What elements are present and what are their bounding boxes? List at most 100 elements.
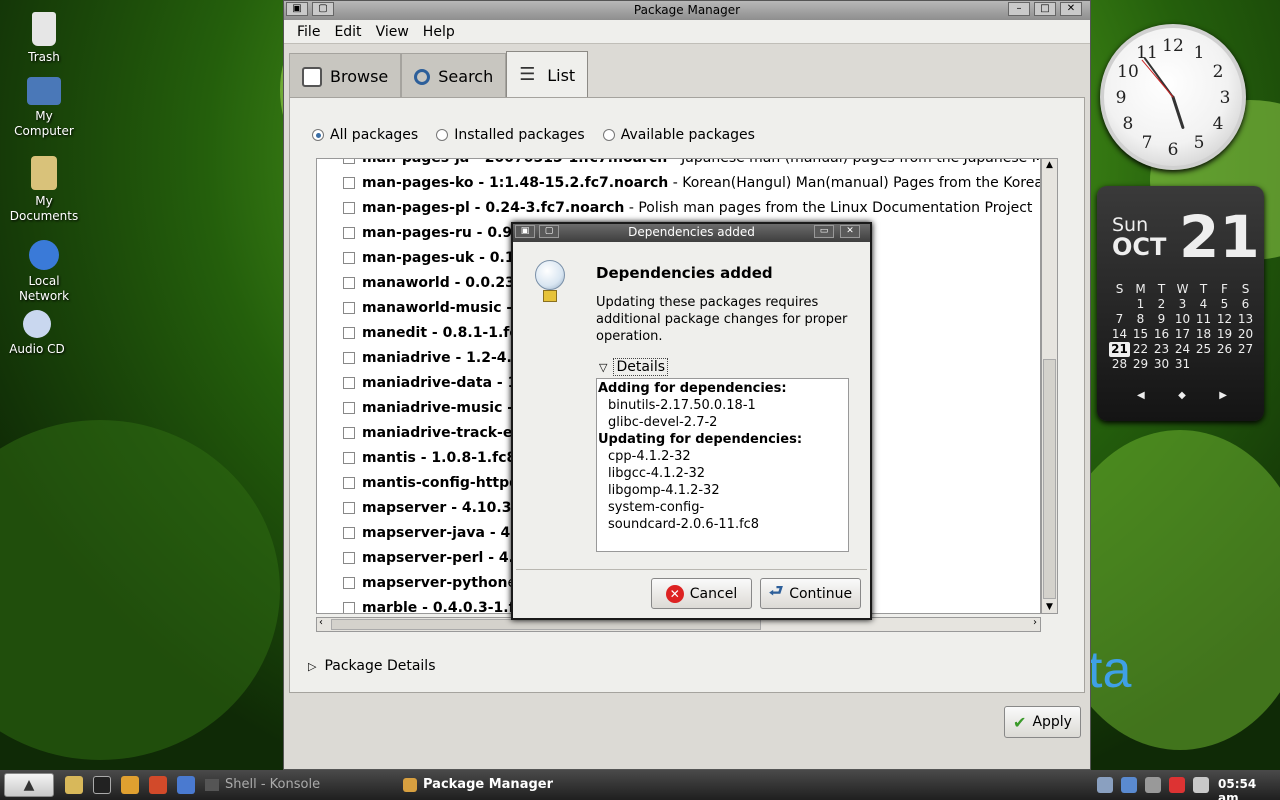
package-checkbox[interactable]: [343, 202, 355, 214]
calendar-day[interactable]: 16: [1151, 327, 1172, 342]
network-tray-icon[interactable]: [1121, 777, 1137, 793]
terminal-icon[interactable]: [93, 776, 111, 794]
radio-available-packages[interactable]: Available packages: [602, 127, 755, 143]
cancel-button[interactable]: ✕ Cancel: [651, 578, 752, 609]
dialog-menu-button[interactable]: ▣: [515, 225, 535, 238]
dialog-titlebar[interactable]: ▣ ▢ Dependencies added ▭ ✕: [513, 224, 870, 242]
package-checkbox[interactable]: [343, 502, 355, 514]
scrollbar-thumb[interactable]: [331, 619, 761, 630]
calendar-day[interactable]: 11: [1193, 312, 1214, 327]
calendar-day[interactable]: 10: [1172, 312, 1193, 327]
details-expander[interactable]: ▽ Details: [599, 358, 669, 376]
desktop-icon-trash[interactable]: Trash: [4, 12, 84, 65]
tab-browse[interactable]: Browse: [289, 53, 402, 99]
calendar-day[interactable]: 7: [1109, 312, 1130, 327]
dialog-maximize-button[interactable]: ▭: [814, 225, 834, 238]
calendar-day[interactable]: 14: [1109, 327, 1130, 342]
calendar-day[interactable]: 9: [1151, 312, 1172, 327]
calendar-day[interactable]: 29: [1130, 357, 1151, 372]
task-konsole[interactable]: Shell - Konsole: [205, 770, 320, 800]
desktop-icon-my-documents[interactable]: My Documents: [4, 156, 84, 224]
power-icon[interactable]: [1193, 777, 1209, 793]
dialog-sticky-button[interactable]: ▢: [539, 225, 559, 238]
calendar-day[interactable]: 30: [1151, 357, 1172, 372]
menu-help[interactable]: Help: [416, 24, 462, 40]
window-titlebar[interactable]: ▣ ▢ Package Manager – □ ✕: [284, 1, 1090, 20]
calendar-day[interactable]: 18: [1193, 327, 1214, 342]
calendar-day[interactable]: 5: [1214, 297, 1235, 312]
start-menu-button[interactable]: ▲: [4, 773, 54, 797]
calendar-day[interactable]: 17: [1172, 327, 1193, 342]
package-row[interactable]: man-pages-pl - 0.24-3.fc7.noarch - Polis…: [317, 196, 1040, 221]
package-checkbox[interactable]: [343, 277, 355, 289]
details-textview[interactable]: Adding for dependencies: binutils-2.17.5…: [596, 378, 849, 552]
package-checkbox[interactable]: [343, 377, 355, 389]
updates-icon[interactable]: [1145, 777, 1161, 793]
menu-file[interactable]: File: [290, 24, 327, 40]
desktop-icon-audio-cd[interactable]: Audio CD: [0, 310, 77, 357]
desktop-icon-my-computer[interactable]: My Computer: [4, 77, 84, 139]
prev-month-icon[interactable]: ◀: [1137, 390, 1145, 401]
desktop-icon-local-network[interactable]: Local Network: [4, 240, 84, 304]
package-checkbox[interactable]: [343, 527, 355, 539]
scrollbar-thumb[interactable]: [1043, 359, 1056, 599]
text-editor-icon[interactable]: [65, 776, 83, 794]
apply-button[interactable]: ✔ Apply: [1004, 706, 1081, 738]
package-checkbox[interactable]: [343, 452, 355, 464]
dialog-close-button[interactable]: ✕: [840, 225, 860, 238]
calendar-day[interactable]: 1: [1130, 297, 1151, 312]
calendar-day[interactable]: 22: [1130, 342, 1151, 357]
calendar-day[interactable]: 8: [1130, 312, 1151, 327]
calendar-day[interactable]: 13: [1235, 312, 1256, 327]
package-checkbox[interactable]: [343, 477, 355, 489]
calendar-day[interactable]: 3: [1172, 297, 1193, 312]
package-row[interactable]: man-pages-ja - 20070515-1.fc7.noarch - J…: [317, 159, 1040, 171]
calendar-day[interactable]: 4: [1193, 297, 1214, 312]
tab-list[interactable]: ☰ List: [506, 51, 589, 98]
package-row[interactable]: man-pages-ko - 1:1.48-15.2.fc7.noarch - …: [317, 171, 1040, 196]
package-checkbox[interactable]: [343, 177, 355, 189]
task-package-manager[interactable]: Package Manager: [403, 770, 553, 800]
package-checkbox[interactable]: [343, 302, 355, 314]
user-icon[interactable]: [1097, 777, 1113, 793]
calendar-day[interactable]: 20: [1235, 327, 1256, 342]
browser-icon[interactable]: [177, 776, 195, 794]
package-checkbox[interactable]: [343, 427, 355, 439]
calendar-day[interactable]: 27: [1235, 342, 1256, 357]
calendar-day[interactable]: 31: [1172, 357, 1193, 372]
minimize-button[interactable]: –: [1008, 2, 1030, 16]
calendar-day[interactable]: 15: [1130, 327, 1151, 342]
calendar-day[interactable]: 28: [1109, 357, 1130, 372]
vertical-scrollbar[interactable]: ▲ ▼: [1041, 158, 1058, 614]
continue-button[interactable]: ⮐ Continue: [760, 578, 861, 609]
close-button[interactable]: ✕: [1060, 2, 1082, 16]
package-checkbox[interactable]: [343, 402, 355, 414]
home-icon[interactable]: [149, 776, 167, 794]
calendar-day[interactable]: 24: [1172, 342, 1193, 357]
package-alert-icon[interactable]: [1169, 777, 1185, 793]
radio-all-packages[interactable]: All packages: [312, 127, 418, 143]
package-checkbox[interactable]: [343, 327, 355, 339]
package-checkbox[interactable]: [343, 227, 355, 239]
radio-installed-packages[interactable]: Installed packages: [436, 127, 585, 143]
next-month-icon[interactable]: ▶: [1219, 390, 1227, 401]
calendar-day[interactable]: 23: [1151, 342, 1172, 357]
package-checkbox[interactable]: [343, 602, 355, 613]
window-sticky-button[interactable]: ▢: [312, 2, 334, 16]
menu-view[interactable]: View: [369, 24, 416, 40]
today-icon[interactable]: ◆: [1178, 390, 1186, 401]
package-checkbox[interactable]: [343, 159, 355, 164]
package-checkbox[interactable]: [343, 552, 355, 564]
calendar-day[interactable]: 19: [1214, 327, 1235, 342]
tools-icon[interactable]: [121, 776, 139, 794]
calendar-day[interactable]: 6: [1235, 297, 1256, 312]
tab-search[interactable]: Search: [401, 53, 507, 99]
menu-edit[interactable]: Edit: [327, 24, 368, 40]
calendar-day[interactable]: 12: [1214, 312, 1235, 327]
window-menu-button[interactable]: ▣: [286, 2, 308, 16]
maximize-button[interactable]: □: [1034, 2, 1056, 16]
package-checkbox[interactable]: [343, 352, 355, 364]
calendar-day[interactable]: 25: [1193, 342, 1214, 357]
package-details-expander[interactable]: ▷ Package Details: [308, 658, 435, 674]
package-checkbox[interactable]: [343, 577, 355, 589]
